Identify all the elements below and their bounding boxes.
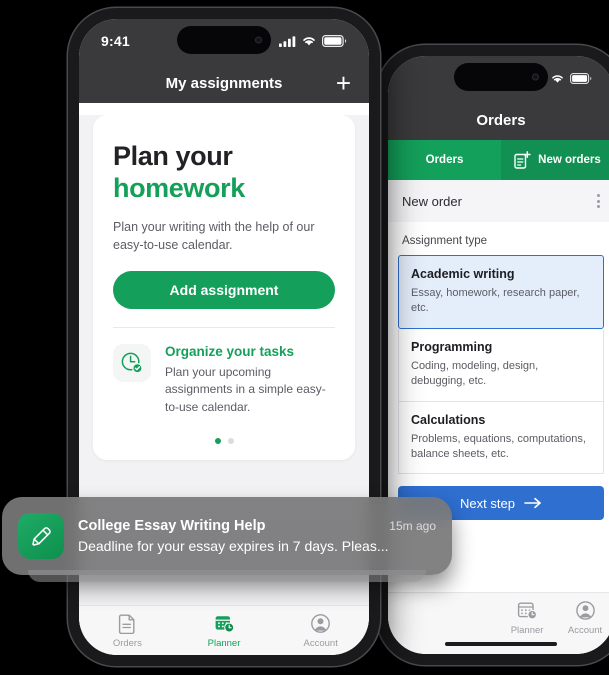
status-bar-right <box>388 56 609 100</box>
tab-orders[interactable]: Orders <box>388 140 501 180</box>
notification-title: College Essay Writing Help <box>78 518 266 534</box>
option-title: Programming <box>411 339 493 354</box>
clock-check-icon <box>121 352 143 374</box>
dynamic-island-left <box>177 26 271 54</box>
option-academic-writing[interactable]: Academic writing Essay, homework, resear… <box>398 255 604 329</box>
dynamic-island-right <box>454 63 548 91</box>
tab-new-orders[interactable]: New orders <box>501 140 609 180</box>
hero-title-line1: Plan your <box>113 141 233 171</box>
person-circle-icon <box>575 601 595 620</box>
tab-bar-item-account[interactable]: Account <box>272 613 369 655</box>
page-title-left: My assignments <box>165 74 283 92</box>
add-assignment-plus-icon[interactable]: + <box>336 70 351 96</box>
tab-bar-item-planner[interactable]: Planner <box>176 613 273 655</box>
document-plus-icon <box>514 151 531 169</box>
wifi-icon <box>303 37 315 46</box>
nav-bar-left: My assignments + <box>79 63 369 103</box>
hero-subtitle: Plan your writing with the help of our e… <box>113 219 315 252</box>
tab-bar-item-account-right[interactable]: Account <box>556 600 609 654</box>
nav-bar-right: Orders <box>388 100 609 140</box>
new-order-row[interactable]: New order <box>388 180 609 222</box>
arrow-right-icon <box>524 498 541 509</box>
page-title-right: Orders <box>476 111 526 129</box>
carousel-dot-2[interactable] <box>227 438 234 445</box>
document-icon <box>118 614 135 634</box>
hero-title-line2: homework <box>113 172 245 203</box>
feature-description: Plan your upcoming assignments in a simp… <box>165 364 326 414</box>
tab-label: Account <box>303 638 338 649</box>
status-icons-left <box>279 35 347 47</box>
home-indicator-right <box>445 641 557 646</box>
tab-orders-label: Orders <box>425 154 464 166</box>
status-bar-time: 9:41 <box>101 33 130 49</box>
calendar-clock-icon <box>517 602 537 620</box>
carousel-dot-1[interactable] <box>214 438 221 445</box>
option-title: Calculations <box>411 412 486 427</box>
tab-label: Planner <box>207 638 241 649</box>
status-bar-left: 9:41 <box>79 19 369 63</box>
feature-text: Organize your tasks Plan your upcoming a… <box>165 344 335 416</box>
option-title: Academic writing <box>411 267 515 281</box>
pencil-icon <box>31 526 51 546</box>
notification-banner[interactable]: College Essay Writing Help 15m ago Deadl… <box>2 497 452 582</box>
notification-body: Deadline for your essay expires in 7 day… <box>78 538 389 554</box>
assignment-type-label: Assignment type <box>402 235 488 247</box>
tab-label: Account <box>567 625 603 636</box>
person-circle-icon <box>311 614 331 633</box>
segmented-tabs: Orders New orders <box>388 140 609 180</box>
option-description: Problems, equations, computations, balan… <box>411 432 586 460</box>
feature-icon-wrap <box>113 343 151 382</box>
feature-organize-tasks: Organize your tasks Plan your upcoming a… <box>113 328 335 416</box>
front-camera-icon <box>255 36 262 44</box>
option-calculations[interactable]: Calculations Problems, equations, comput… <box>398 401 604 475</box>
notification-timestamp: 15m ago <box>389 519 436 533</box>
assignment-type-options: Academic writing Essay, homework, resear… <box>388 255 609 475</box>
option-programming[interactable]: Programming Coding, modeling, design, de… <box>398 328 604 402</box>
front-camera-icon <box>532 73 539 81</box>
wifi-icon <box>552 74 563 83</box>
tab-new-orders-label: New orders <box>538 154 601 166</box>
notification-app-icon <box>18 513 64 559</box>
kebab-menu-icon[interactable] <box>597 194 600 208</box>
add-assignment-button[interactable]: Add assignment <box>113 270 335 309</box>
notification-text: College Essay Writing Help 15m ago Deadl… <box>78 518 436 554</box>
tab-bar-left: Orders Planner Account <box>79 605 369 655</box>
cellular-icon <box>279 35 296 47</box>
battery-icon <box>322 35 347 47</box>
option-description: Coding, modeling, design, debugging, etc… <box>411 359 539 388</box>
new-order-title: New order <box>402 193 462 209</box>
carousel-dots[interactable] <box>113 438 335 445</box>
onboarding-card: Plan your homework Plan your writing wit… <box>93 115 355 461</box>
home-indicator-left <box>168 654 280 655</box>
screenshot-stage: Orders Orders New orders New order Assig… <box>0 0 609 675</box>
tab-label: Orders <box>112 638 142 649</box>
option-description: Essay, homework, research paper, etc. <box>411 287 580 315</box>
feature-title: Organize your tasks <box>165 343 295 359</box>
tab-bar-right: Planner Account <box>388 592 609 654</box>
calendar-clock-icon <box>215 616 234 633</box>
tab-label: Planner <box>510 625 544 636</box>
notification-header: College Essay Writing Help 15m ago <box>78 518 436 534</box>
tab-bar-item-orders[interactable]: Orders <box>79 613 176 655</box>
next-step-label: Next step <box>460 495 515 511</box>
battery-icon <box>570 72 592 84</box>
